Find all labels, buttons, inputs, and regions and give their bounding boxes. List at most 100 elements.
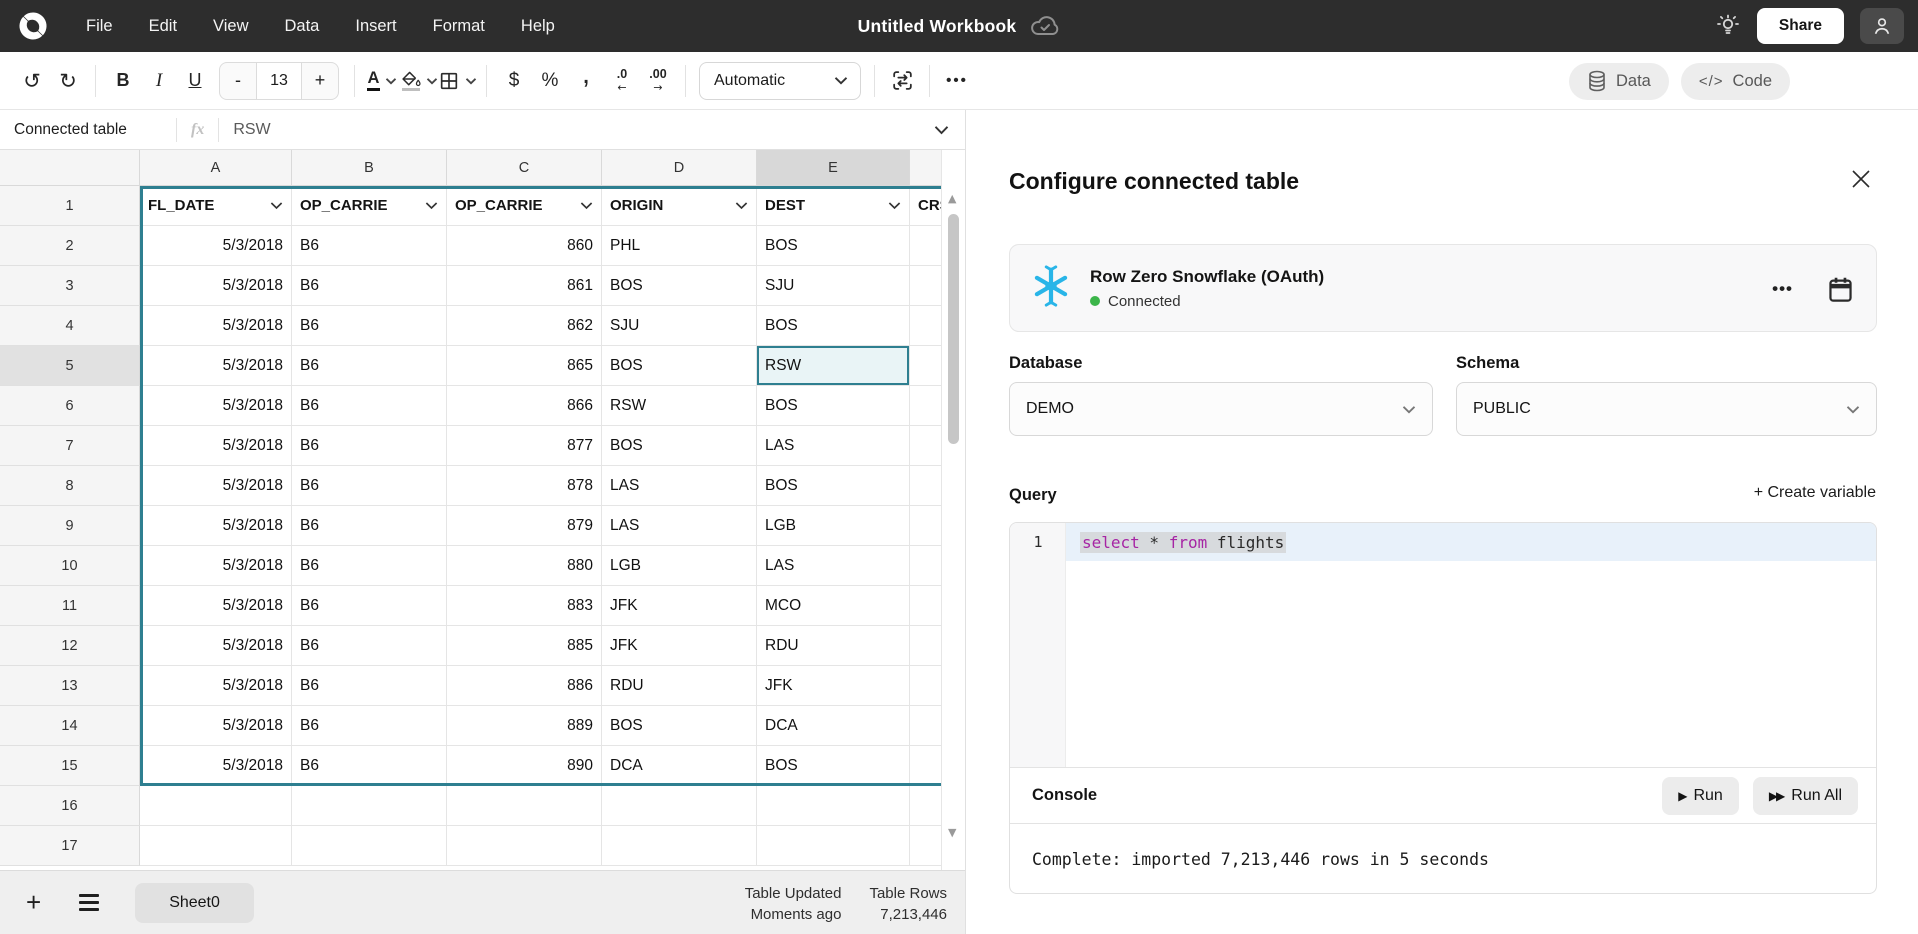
grid-cell[interactable]: RDU xyxy=(602,666,757,706)
grid-cell[interactable]: 866 xyxy=(447,386,602,426)
text-color-button[interactable]: A xyxy=(364,63,400,99)
filter-chevron-icon[interactable] xyxy=(425,201,438,210)
grid-cell[interactable]: 5/3/2018 xyxy=(140,506,292,546)
menu-data[interactable]: Data xyxy=(271,11,334,42)
grid-cell[interactable]: JFK xyxy=(602,586,757,626)
rowzero-logo-icon[interactable] xyxy=(16,9,50,43)
connection-card[interactable]: Row Zero Snowflake (OAuth) Connected ••• xyxy=(1009,244,1877,332)
grid-cell[interactable]: B6 xyxy=(292,306,447,346)
grid-cell[interactable]: LAS xyxy=(602,506,757,546)
row-number[interactable]: 12 xyxy=(0,626,140,666)
formula-input[interactable]: RSW xyxy=(233,121,934,139)
grid-cell[interactable] xyxy=(447,826,602,866)
underline-button[interactable]: U xyxy=(177,63,213,99)
grid-cell[interactable] xyxy=(910,626,941,666)
vertical-scroll-thumb[interactable] xyxy=(948,214,959,444)
schedule-calendar-icon[interactable] xyxy=(1827,275,1854,304)
grid-cell[interactable] xyxy=(910,426,941,466)
grid-cell[interactable]: B6 xyxy=(292,546,447,586)
filter-chevron-icon[interactable] xyxy=(580,201,593,210)
grid-cell[interactable]: B6 xyxy=(292,226,447,266)
share-button[interactable]: Share xyxy=(1757,8,1844,44)
connection-menu-button[interactable]: ••• xyxy=(1772,279,1793,299)
grid-cell[interactable]: BOS xyxy=(602,346,757,386)
row-number[interactable]: 15 xyxy=(0,746,140,786)
grid-cell[interactable] xyxy=(910,226,941,266)
code-panel-button[interactable]: </> Code xyxy=(1681,63,1790,100)
grid-cell[interactable]: 865 xyxy=(447,346,602,386)
database-select[interactable]: DEMO xyxy=(1009,382,1433,436)
row-number[interactable]: 5 xyxy=(0,346,140,386)
grid-cell[interactable] xyxy=(910,346,941,386)
menu-insert[interactable]: Insert xyxy=(341,11,410,42)
column-letter-A[interactable]: A xyxy=(140,150,292,186)
run-all-button[interactable]: ▶▶ Run All xyxy=(1753,777,1858,815)
grid-cell[interactable]: 5/3/2018 xyxy=(140,306,292,346)
grid-cell[interactable]: 5/3/2018 xyxy=(140,706,292,746)
account-button[interactable] xyxy=(1860,8,1904,44)
grid-cell[interactable] xyxy=(910,386,941,426)
grid-cell[interactable]: 5/3/2018 xyxy=(140,666,292,706)
close-icon[interactable] xyxy=(1850,168,1872,190)
fill-color-button[interactable] xyxy=(400,63,438,99)
font-size-increase-button[interactable]: + xyxy=(302,63,338,99)
grid-cell[interactable]: 5/3/2018 xyxy=(140,626,292,666)
grid-cell[interactable]: LGB xyxy=(602,546,757,586)
grid-cell[interactable]: RDU xyxy=(757,626,910,666)
grid-cell[interactable]: SJU xyxy=(602,306,757,346)
column-letter-D[interactable]: D xyxy=(602,150,757,186)
grid-cell[interactable]: 890 xyxy=(447,746,602,786)
grid-cell[interactable]: 862 xyxy=(447,306,602,346)
grid-cell[interactable]: B6 xyxy=(292,706,447,746)
grid-cell[interactable]: PHL xyxy=(602,226,757,266)
grid-cell[interactable] xyxy=(140,826,292,866)
row-number[interactable]: 14 xyxy=(0,706,140,746)
spreadsheet-grid[interactable]: ABCDE 1FL_DATEOP_CARRIEOP_CARRIEORIGINDE… xyxy=(0,150,941,870)
grid-cell[interactable] xyxy=(140,786,292,826)
grid-cell[interactable] xyxy=(910,306,941,346)
grid-cell[interactable]: B6 xyxy=(292,586,447,626)
grid-cell[interactable] xyxy=(910,746,941,786)
grid-cell[interactable]: DCA xyxy=(602,746,757,786)
filter-chevron-icon[interactable] xyxy=(270,201,283,210)
comma-format-button[interactable]: , xyxy=(568,63,604,99)
number-format-select[interactable]: Automatic xyxy=(699,62,861,100)
grid-cell[interactable]: B6 xyxy=(292,466,447,506)
grid-cell[interactable]: B6 xyxy=(292,746,447,786)
grid-cell[interactable] xyxy=(910,546,941,586)
column-letter-B[interactable]: B xyxy=(292,150,447,186)
decrease-decimal-button[interactable]: .0 ← xyxy=(604,63,640,99)
grid-cell[interactable]: DCA xyxy=(757,706,910,746)
grid-cell[interactable]: 889 xyxy=(447,706,602,746)
grid-cell[interactable]: 860 xyxy=(447,226,602,266)
grid-cell[interactable]: BOS xyxy=(757,306,910,346)
grid-cell[interactable]: 5/3/2018 xyxy=(140,386,292,426)
menu-file[interactable]: File xyxy=(72,11,127,42)
grid-cell[interactable] xyxy=(910,466,941,506)
theme-toggle-icon[interactable] xyxy=(1715,13,1741,39)
grid-cell[interactable]: B6 xyxy=(292,426,447,466)
swap-cells-icon[interactable] xyxy=(884,63,920,99)
sql-editor[interactable]: 1 select * from flights Console ▶ Run ▶▶… xyxy=(1009,522,1877,894)
menu-edit[interactable]: Edit xyxy=(135,11,191,42)
grid-cell[interactable]: 5/3/2018 xyxy=(140,546,292,586)
data-panel-button[interactable]: Data xyxy=(1569,63,1669,100)
row-number[interactable]: 10 xyxy=(0,546,140,586)
sheet-tab[interactable]: Sheet0 xyxy=(135,883,254,923)
run-button[interactable]: ▶ Run xyxy=(1662,777,1739,815)
grid-cell[interactable]: LAS xyxy=(757,426,910,466)
grid-cell[interactable] xyxy=(292,786,447,826)
grid-cell[interactable]: 5/3/2018 xyxy=(140,586,292,626)
grid-cell[interactable]: 5/3/2018 xyxy=(140,426,292,466)
grid-cell[interactable]: 878 xyxy=(447,466,602,506)
grid-cell[interactable]: 885 xyxy=(447,626,602,666)
formula-bar-expand-icon[interactable] xyxy=(934,125,949,135)
column-header-DEST[interactable]: DEST xyxy=(757,186,910,226)
grid-cell[interactable] xyxy=(602,826,757,866)
row-number[interactable]: 3 xyxy=(0,266,140,306)
menu-format[interactable]: Format xyxy=(419,11,499,42)
sql-active-line[interactable]: select * from flights xyxy=(1066,523,1876,561)
grid-cell[interactable]: LAS xyxy=(602,466,757,506)
grid-cell[interactable]: JFK xyxy=(602,626,757,666)
row-number[interactable]: 8 xyxy=(0,466,140,506)
